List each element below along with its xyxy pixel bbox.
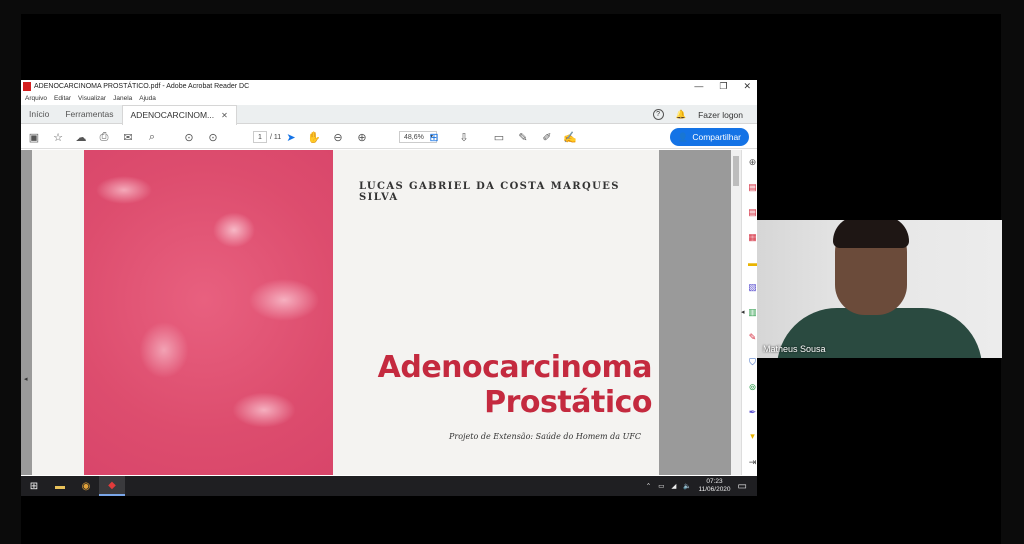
file-explorer-icon[interactable]: ▬ [47, 476, 73, 496]
help-icon[interactable]: ? [652, 109, 664, 120]
optimize-icon[interactable]: ⊚ [746, 381, 757, 394]
notifications-icon[interactable]: ▭ [738, 481, 747, 492]
document-subtitle: Projeto de Extensão: Saúde do Homem da U… [449, 432, 641, 441]
share-label: Compartilhar [692, 132, 741, 142]
scrollbar-thumb[interactable] [733, 156, 739, 186]
maximize-button[interactable]: ❐ [719, 80, 727, 93]
clock-time: 07:23 [706, 478, 723, 485]
select-cursor-icon[interactable]: ➤ [283, 129, 299, 145]
participant-hair [833, 220, 909, 248]
close-button[interactable]: ✕ [743, 80, 751, 93]
combine-files-icon[interactable]: ▧ [746, 281, 757, 294]
bell-icon[interactable]: 🔔 [676, 109, 687, 120]
battery-icon[interactable]: ▭ [658, 482, 664, 490]
document-author: LUCAS GABRIEL DA COSTA MARQUES SILVA [359, 181, 620, 203]
send-signature-icon[interactable]: ✒ [746, 406, 757, 419]
volume-icon[interactable]: 🔈 [683, 482, 691, 490]
edit-pdf-icon[interactable]: ▥ [746, 306, 757, 319]
share-person-icon: 👤 [677, 131, 689, 142]
create-pdf-icon[interactable]: ▤ [746, 181, 757, 194]
zoom-value: 48,6% [404, 134, 424, 141]
tab-home[interactable]: Início [21, 105, 57, 124]
comment-panel-icon[interactable]: ▬ [746, 256, 757, 269]
close-tab-icon[interactable]: ✕ [221, 111, 228, 120]
participant-video: Matheus Sousa [757, 220, 1002, 358]
protect-icon[interactable]: ⛉ [746, 356, 757, 369]
document-title-line2: Prostático [484, 385, 652, 420]
tab-tools[interactable]: Ferramentas [57, 105, 121, 124]
windows-start-icon[interactable]: ⊞ [21, 476, 47, 496]
page-total: / 11 [270, 133, 282, 141]
acrobat-icon [23, 82, 31, 91]
collapse-pane-icon[interactable]: ⇥ [746, 456, 757, 469]
shared-screen: ADENOCARCINOMA PROSTÁTICO.pdf - Adobe Ac… [21, 80, 757, 496]
chrome-icon[interactable]: ◉ [73, 476, 99, 496]
email-icon[interactable]: ✉ [120, 129, 136, 145]
network-icon[interactable]: ◢ [671, 482, 676, 490]
document-viewport[interactable]: ◂ LUCAS GABRIEL DA COSTA MARQUES SILVA A… [21, 150, 731, 475]
bookmark-star-icon[interactable]: ☆ [50, 129, 66, 145]
window-titlebar: ADENOCARCINOMA PROSTÁTICO.pdf - Adobe Ac… [21, 80, 757, 93]
hand-tool-icon[interactable]: ✋ [306, 129, 322, 145]
page-number-input[interactable]: 1 [253, 131, 267, 143]
draw-icon[interactable]: ✐ [539, 129, 555, 145]
menu-arquivo[interactable]: Arquivo [25, 95, 47, 102]
participant-name: Matheus Sousa [763, 344, 826, 354]
window-title: ADENOCARCINOMA PROSTÁTICO.pdf - Adobe Ac… [34, 83, 250, 90]
scroll-mode-icon[interactable]: ⇩ [456, 129, 472, 145]
cover-histology-image [84, 150, 333, 475]
tray-chevron-icon[interactable]: ⌃ [646, 482, 651, 490]
windows-taskbar: ⊞ ▬ ◉ ◆ ⌃ ▭ ◢ 🔈 07:23 11/06/2020 ▭ [21, 476, 757, 496]
zoom-in-icon[interactable]: ⊕ [354, 129, 370, 145]
share-button[interactable]: 👤 Compartilhar [669, 128, 749, 146]
menu-ajuda[interactable]: Ajuda [139, 95, 156, 102]
zoom-out-icon[interactable]: ⊖ [330, 129, 346, 145]
clock[interactable]: 07:23 11/06/2020 [698, 478, 730, 494]
menu-editar[interactable]: Editar [54, 95, 71, 102]
minimize-button[interactable]: — [694, 80, 703, 93]
sign-icon[interactable]: ✍ [562, 129, 578, 145]
fit-page-icon[interactable]: ⊞ [426, 129, 442, 145]
menu-visualizar[interactable]: Visualizar [78, 95, 106, 102]
login-link[interactable]: Fazer logon [698, 110, 743, 120]
print-icon[interactable]: ⎙ [96, 129, 112, 145]
upload-cloud-icon[interactable]: ☁ [73, 129, 89, 145]
page-down-icon[interactable]: ⊙ [205, 129, 221, 145]
export-pdf-icon[interactable]: ▤ [746, 206, 757, 219]
right-pane-toggle-icon[interactable]: ◂ [741, 308, 745, 316]
comment-icon[interactable]: ▭ [491, 129, 507, 145]
acrobat-taskbar-icon[interactable]: ◆ [99, 476, 125, 496]
page-navigator: 1 / 11 [253, 131, 281, 143]
more-tools-icon[interactable]: ▾ [746, 430, 757, 443]
zoom-tool-icon[interactable]: ⊕ [746, 156, 757, 169]
search-icon[interactable]: ⌕ [144, 129, 160, 145]
menu-bar: Arquivo Editar Visualizar Janela Ajuda [21, 93, 757, 104]
clock-date: 11/06/2020 [698, 486, 731, 493]
highlight-pen-icon[interactable]: ✎ [515, 129, 531, 145]
toolbar: ▣ ☆ ☁ ⎙ ✉ ⌕ ⊙ ⊙ 1 / 11 ➤ ✋ ⊖ ⊕ 48,6% ▾ ⊞… [21, 125, 757, 149]
tab-document[interactable]: ADENOCARCINOM... ✕ [121, 104, 237, 125]
page-up-icon[interactable]: ⊙ [181, 129, 197, 145]
fill-sign-icon[interactable]: ✎ [746, 331, 757, 344]
organize-pages-icon[interactable]: ▦ [746, 231, 757, 244]
system-tray: ⌃ ▭ ◢ 🔈 07:23 11/06/2020 ▭ [646, 476, 747, 496]
tabs-bar: Início Ferramentas ADENOCARCINOM... ✕ ? … [21, 104, 757, 125]
save-icon[interactable]: ▣ [26, 129, 42, 145]
tab-document-label: ADENOCARCINOM... [130, 110, 215, 120]
menu-janela[interactable]: Janela [113, 95, 132, 102]
vertical-scrollbar[interactable] [731, 150, 741, 475]
left-pane-toggle-icon[interactable]: ◂ [24, 375, 28, 383]
pdf-page: LUCAS GABRIEL DA COSTA MARQUES SILVA Ade… [32, 150, 659, 475]
document-title-line1: Adenocarcinoma [377, 350, 653, 385]
